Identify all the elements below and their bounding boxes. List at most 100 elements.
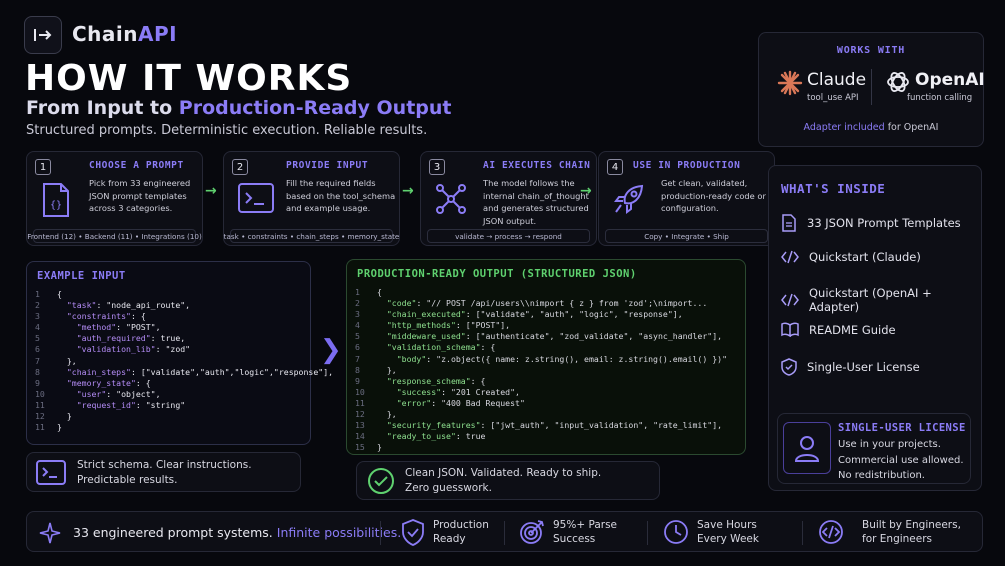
divider	[380, 521, 381, 545]
code-line: 14 "ready_to_use": true	[355, 431, 486, 442]
claude-subtitle: tool_use API	[807, 93, 859, 103]
code-line: 7 "body": "z.object({ name: z.string(), …	[355, 353, 727, 364]
section-title: WORKS WITH	[836, 45, 906, 56]
json-file-icon: {}	[41, 183, 71, 217]
code-line: 9 "memory_state": {	[35, 377, 151, 388]
page-subtitle: From Input to Production-Ready Output	[26, 97, 452, 119]
note-text: Clean JSON. Validated. Ready to ship. Zer…	[405, 467, 602, 494]
adapter-note: Adapter included for OpenAI	[803, 122, 939, 133]
code-line: 8 },	[355, 364, 397, 375]
book-icon	[781, 322, 799, 337]
step-description: The model follows the internal chain_of_…	[483, 178, 589, 226]
rocket-icon	[613, 183, 645, 215]
network-icon	[435, 183, 467, 215]
code-line: 2 "task": "node_api_route",	[35, 300, 191, 311]
step-title: CHOOSE A PROMPT	[89, 160, 184, 171]
inside-item-templates: 33 JSON Prompt Templates	[781, 214, 961, 232]
footer-headline: 33 engineered prompt systems. Infinite p…	[73, 525, 402, 540]
license-title: SINGLE-USER LICENSE	[838, 422, 966, 434]
code-line: 13 "security_features": ["jwt_auth", "in…	[355, 420, 723, 431]
footer-item-text: 95%+ Parse Success	[553, 519, 618, 545]
license-text: Use in your projects. Commercial use allo…	[838, 439, 964, 481]
divider	[871, 69, 872, 105]
claude-name: Claude	[807, 70, 867, 90]
code-line: 12 }	[35, 411, 72, 422]
code-line: 5 "auth_required": true,	[35, 333, 186, 344]
brand-name: ChainAPI	[72, 22, 178, 46]
inside-item-quickstart-openai: Quickstart (OpenAI + Adapter)	[781, 286, 981, 314]
sparkle-icon	[39, 522, 61, 544]
step-card-use-in-production: 4 USE IN PRODUCTION Get clean, validated…	[598, 151, 775, 246]
section-title: WHAT'S INSIDE	[781, 181, 886, 196]
code-line: 9 "response_schema": {	[355, 375, 486, 386]
step-number: 4	[607, 159, 623, 175]
openai-name: OpenAI	[915, 70, 985, 90]
code-line: 11}	[35, 422, 62, 433]
code-line: 15}	[355, 442, 382, 453]
footer-bar: 33 engineered prompt systems. Infinite p…	[26, 511, 983, 552]
footer-item-production: Production Ready	[401, 518, 489, 546]
footer-item-hours: Save Hours Every Week	[663, 518, 759, 546]
step-card-ai-executes: 3 AI EXECUTES CHAIN The model follows th…	[420, 151, 597, 246]
step-number: 3	[429, 159, 445, 175]
code-line: 5 "middeware_used": ["authenticate", "zo…	[355, 331, 723, 342]
code-line: 11 "request_id": "string"	[35, 399, 186, 410]
footer-item-engineers: Built by Engineers, for Engineers	[818, 518, 961, 546]
code-line: 4 "http_methods": ["POST"],	[355, 320, 511, 331]
code-line: 1{	[35, 289, 62, 299]
chevron-right-icon: ❯	[320, 335, 342, 365]
step-card-choose-prompt: 1 CHOOSE A PROMPT Pick from 33 engineere…	[26, 151, 203, 246]
code-line: 10 "success": "201 Created",	[355, 386, 520, 397]
code-line: 6 "validation_schema": {	[355, 342, 496, 353]
example-input-panel: EXAMPLE INPUT 1{2 "task": "node_api_rout…	[26, 261, 333, 445]
inside-item-license: Single-User License	[781, 358, 920, 376]
shield-check-icon	[401, 518, 425, 546]
terminal-icon	[238, 183, 274, 213]
logo-icon	[24, 16, 62, 54]
code-circle-icon	[818, 519, 844, 545]
inside-item-quickstart-claude: Quickstart (Claude)	[781, 250, 921, 264]
arrow-icon: →	[402, 183, 414, 199]
arrow-icon: →	[580, 183, 592, 199]
works-with-card: WORKS WITH Claude tool_use API OpenAI fu…	[758, 32, 985, 147]
step-description: Get clean, validated, production-ready c…	[661, 178, 766, 213]
step-card-provide-input: 2 PROVIDE INPUT Fill the required fields…	[223, 151, 400, 246]
target-icon	[519, 519, 545, 545]
page-title: HOW IT WORKS	[25, 58, 353, 99]
code-line: 3 "constraints": {	[35, 311, 146, 322]
arrow-icon: →	[205, 183, 217, 199]
step-footer: validate → process → respond	[427, 229, 590, 243]
step-number: 2	[232, 159, 248, 175]
output-panel: PRODUCTION-READY OUTPUT (STRUCTURED JSON…	[346, 259, 746, 455]
license-card: SINGLE-USER LICENSE Use in your projects…	[777, 413, 971, 484]
clock-icon	[663, 519, 689, 545]
code-line: 4 "method": "POST",	[35, 322, 161, 333]
input-note: Strict schema. Clear instructions. Predic…	[26, 452, 301, 492]
footer-item-parse: 95%+ Parse Success	[519, 518, 617, 546]
tagline: Structured prompts. Deterministic execut…	[26, 123, 428, 138]
step-title: USE IN PRODUCTION	[633, 160, 741, 171]
footer-item-text: Production Ready	[433, 519, 489, 545]
footer-item-text: Built by Engineers, for Engineers	[862, 519, 961, 545]
check-circle-icon	[367, 467, 395, 495]
openai-subtitle: function calling	[907, 93, 973, 103]
step-description: Pick from 33 engineered JSON prompt temp…	[89, 178, 191, 213]
shield-icon	[781, 358, 797, 376]
panel-title: EXAMPLE INPUT	[37, 270, 126, 282]
divider	[802, 521, 803, 545]
step-title: PROVIDE INPUT	[286, 160, 369, 171]
step-title: AI EXECUTES CHAIN	[483, 160, 591, 171]
inside-item-readme: README Guide	[781, 322, 896, 337]
openai-logo-icon	[885, 69, 911, 95]
claude-logo-icon	[777, 70, 803, 96]
divider	[647, 521, 648, 545]
code-icon	[781, 250, 799, 264]
step-number: 1	[35, 159, 51, 175]
code-line: 10 "user": "object",	[35, 388, 161, 399]
code-line: 12 },	[355, 409, 397, 420]
step-footer: Copy • Integrate • Ship	[605, 229, 768, 243]
code-line: 11 "error": "400 Bad Request"	[355, 397, 525, 408]
user-icon	[783, 422, 831, 474]
code-block[interactable]: 1{2 "code": "// POST /api/users\\nimport…	[355, 287, 727, 453]
code-block[interactable]: 1{2 "task": "node_api_route", 3 "constrai…	[35, 289, 333, 433]
